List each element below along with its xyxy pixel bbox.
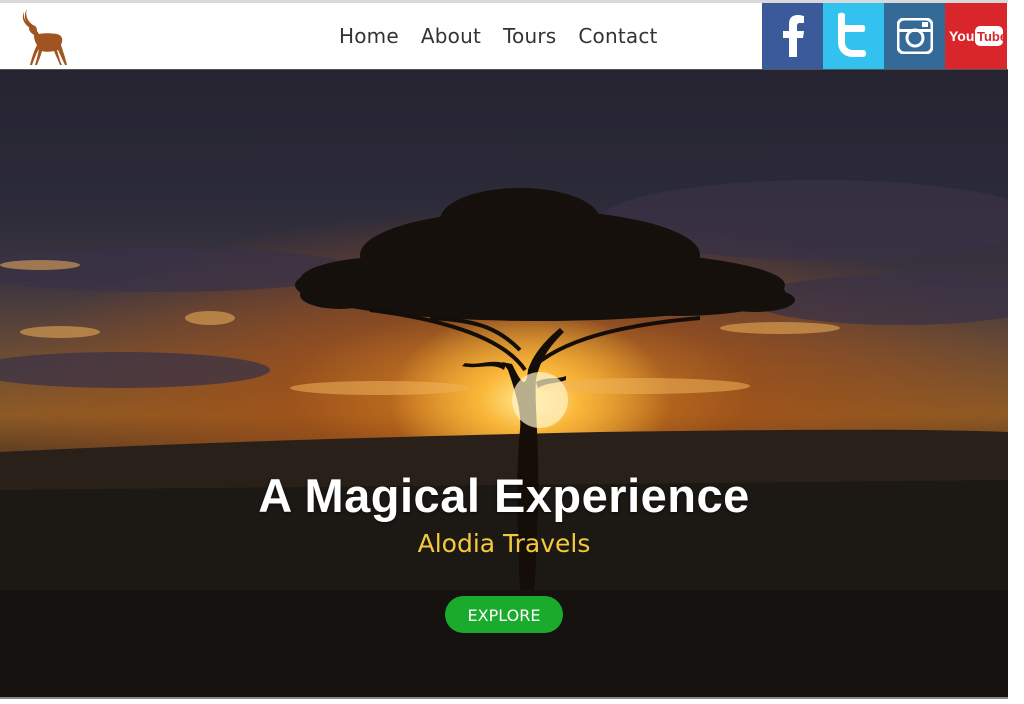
hero-subtitle: Alodia Travels (417, 529, 591, 558)
site-header: Home About Tours Contact You Tube (0, 3, 1008, 70)
svg-text:Tube: Tube (977, 29, 1004, 44)
hero-title: A Magical Experience (258, 469, 750, 522)
facebook-button[interactable] (762, 3, 823, 69)
twitter-icon (837, 12, 866, 57)
nav-home-link[interactable]: Home (328, 21, 410, 51)
instagram-button[interactable] (884, 3, 945, 69)
page-right-margin (1008, 0, 1024, 704)
twitter-button[interactable] (823, 3, 884, 69)
nav-about-link[interactable]: About (410, 21, 492, 51)
nav-contact-link[interactable]: Contact (567, 21, 668, 51)
antelope-logo[interactable] (15, 7, 71, 69)
main-nav: Home About Tours Contact (328, 21, 669, 51)
youtube-button[interactable]: You Tube (945, 3, 1007, 69)
hero-banner: A Magical Experience Alodia Travels EXPL… (0, 70, 1008, 697)
bottom-border (0, 697, 1008, 699)
facebook-icon (782, 15, 804, 57)
social-links: You Tube (762, 3, 1007, 69)
youtube-icon: You Tube (949, 26, 1004, 46)
svg-text:You: You (949, 28, 974, 44)
instagram-icon (896, 18, 933, 54)
explore-button[interactable]: EXPLORE (445, 596, 563, 633)
nav-tours-link[interactable]: Tours (492, 21, 567, 51)
